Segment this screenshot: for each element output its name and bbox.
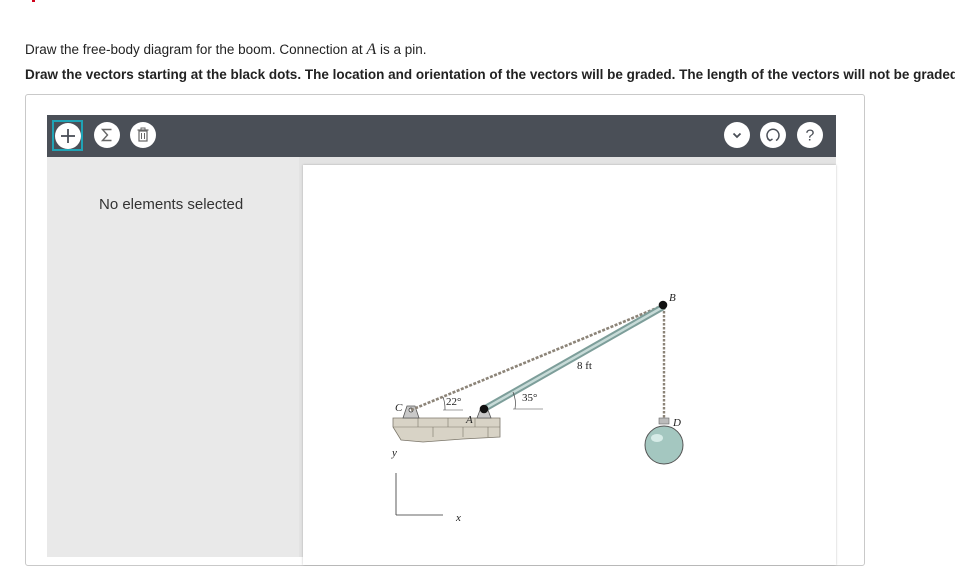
chevron-down-icon bbox=[732, 132, 742, 139]
sum-button[interactable] bbox=[94, 122, 120, 148]
alert-mark bbox=[32, 0, 35, 2]
point-b-dot[interactable] bbox=[658, 300, 668, 310]
length-label: 8 ft bbox=[577, 360, 592, 372]
question-text-prefix: Draw the free-body diagram for the boom.… bbox=[25, 42, 367, 57]
cable-angle-arc bbox=[442, 396, 446, 411]
label-a: A bbox=[465, 414, 473, 426]
label-b: B bbox=[669, 292, 676, 304]
reset-button[interactable] bbox=[760, 122, 786, 148]
boom-highlight bbox=[483, 305, 664, 411]
cable-angle-label: 22° bbox=[446, 396, 461, 408]
point-a-dot[interactable] bbox=[479, 404, 489, 414]
selection-panel bbox=[47, 157, 299, 557]
instruction-text: Draw the vectors starting at the black d… bbox=[25, 67, 955, 82]
ball-highlight bbox=[651, 434, 663, 442]
dropdown-button[interactable] bbox=[724, 122, 750, 148]
question-variable: A bbox=[366, 41, 377, 58]
question-text-suffix: is a pin. bbox=[376, 42, 427, 57]
question-text: Draw the free-body diagram for the boom.… bbox=[25, 41, 427, 59]
svg-text:?: ? bbox=[806, 128, 815, 145]
reset-icon bbox=[766, 128, 780, 142]
label-d: D bbox=[672, 417, 681, 429]
ball-weight bbox=[644, 425, 684, 465]
wall-ledge bbox=[392, 417, 501, 443]
delete-button[interactable] bbox=[130, 122, 156, 148]
axis-x-label: x bbox=[455, 512, 461, 524]
plus-icon bbox=[60, 128, 75, 143]
toolbar: ? bbox=[47, 115, 836, 157]
add-vector-button-wrapper[interactable] bbox=[52, 120, 83, 151]
trash-icon bbox=[137, 127, 149, 142]
label-c: C bbox=[395, 402, 403, 414]
axis-y-label: y bbox=[391, 447, 397, 459]
coordinate-axes: y x bbox=[391, 447, 461, 524]
hook-d bbox=[658, 417, 670, 425]
boom-diagram: B C A D 8 ft 22° 35° y x bbox=[391, 292, 684, 524]
help-icon: ? bbox=[806, 128, 815, 145]
boom-angle-label: 35° bbox=[522, 392, 537, 404]
add-vector-button[interactable] bbox=[54, 122, 81, 149]
help-button[interactable]: ? bbox=[797, 122, 823, 148]
sigma-icon bbox=[100, 128, 112, 142]
drawing-canvas[interactable]: B C A D 8 ft 22° 35° y x bbox=[303, 165, 836, 565]
selection-status: No elements selected bbox=[99, 196, 244, 213]
cable-cb bbox=[410, 303, 665, 412]
